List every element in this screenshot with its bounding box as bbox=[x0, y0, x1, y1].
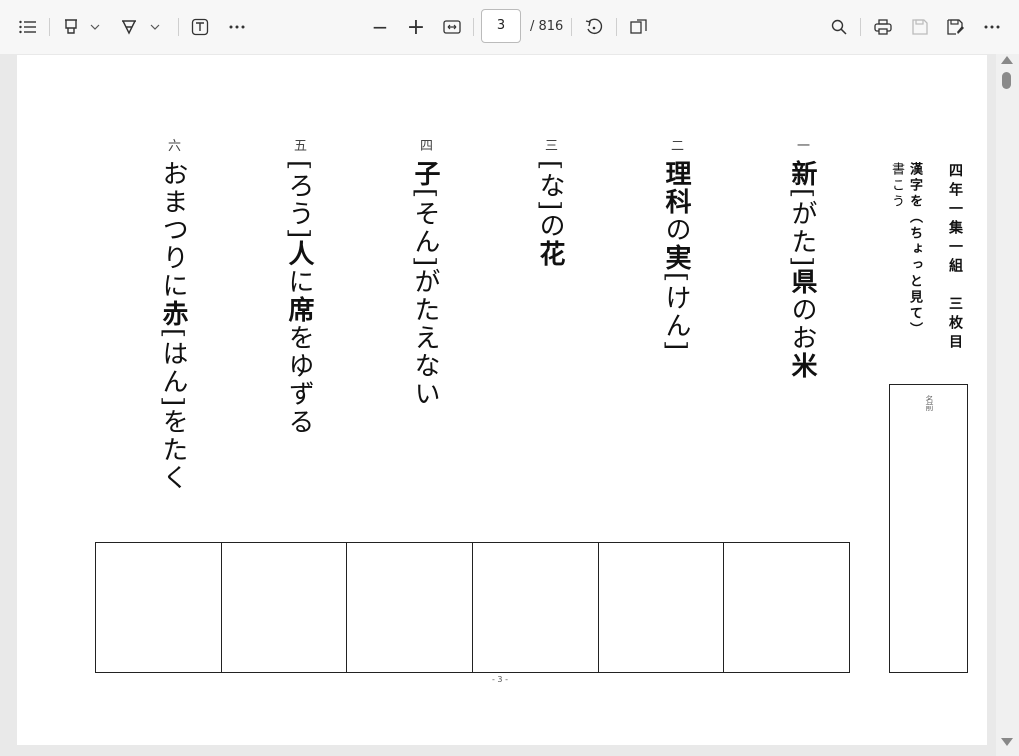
scroll-up-icon[interactable] bbox=[1001, 56, 1013, 64]
fit-width-icon[interactable] bbox=[441, 12, 463, 42]
question-text-part: に bbox=[284, 268, 314, 297]
zoom-in-button[interactable]: + bbox=[404, 12, 428, 42]
more-icon[interactable] bbox=[226, 12, 248, 42]
answer-cell[interactable] bbox=[724, 543, 849, 672]
text-box-icon[interactable] bbox=[189, 12, 211, 42]
toolbar-separator bbox=[49, 18, 50, 36]
answer-cell[interactable] bbox=[96, 543, 222, 672]
question-text-part: おまつりに bbox=[158, 160, 188, 300]
question-text-part: のお bbox=[787, 296, 817, 353]
page-number-input[interactable]: 3 bbox=[481, 9, 521, 43]
highlighter-icon[interactable] bbox=[60, 12, 82, 42]
worksheet-instruction-line2: 書こう bbox=[889, 162, 904, 210]
question-number: 三 bbox=[545, 139, 559, 154]
pdf-page: 四年一集一組 三枚目 書こう 漢字を（ちょっと見て） 名前 一新[がた]県のお米… bbox=[17, 55, 987, 745]
question-number: 五 bbox=[294, 139, 308, 154]
name-box[interactable]: 名前 bbox=[889, 384, 968, 673]
target-kanji: 人 bbox=[284, 240, 314, 269]
question-text: 子[そん]がたえない bbox=[410, 160, 440, 409]
question-text-part: [ろう] bbox=[284, 160, 314, 241]
target-kanji: 子 bbox=[410, 160, 440, 188]
list-icon[interactable] bbox=[16, 12, 40, 42]
scrollbar-thumb[interactable] bbox=[1002, 72, 1011, 89]
vertical-scrollbar[interactable] bbox=[996, 54, 1019, 756]
document-viewer[interactable]: 四年一集一組 三枚目 書こう 漢字を（ちょっと見て） 名前 一新[がた]県のお米… bbox=[0, 54, 1019, 756]
toolbar-separator bbox=[178, 18, 179, 36]
target-kanji: 理科 bbox=[661, 160, 691, 216]
pdf-toolbar: − + 3 / 816 bbox=[0, 0, 1019, 54]
page-view-icon[interactable] bbox=[628, 12, 650, 42]
worksheet-instruction-line1: 漢字を（ちょっと見て） bbox=[907, 162, 922, 338]
answer-cell[interactable] bbox=[599, 543, 725, 672]
target-kanji: 新 bbox=[787, 160, 817, 188]
target-kanji: 花 bbox=[535, 240, 565, 269]
question-text-part: をたく bbox=[158, 408, 188, 493]
toolbar-separator bbox=[616, 18, 617, 36]
toolbar-separator bbox=[860, 18, 861, 36]
question-text-part: をゆずる bbox=[284, 324, 314, 437]
target-kanji: 県 bbox=[787, 268, 817, 297]
question-number: 二 bbox=[671, 139, 685, 154]
more-icon[interactable] bbox=[981, 12, 1003, 42]
question-text-part: [な] bbox=[535, 160, 565, 213]
worksheet-title: 四年一集一組 三枚目 bbox=[947, 163, 963, 353]
rotate-icon[interactable] bbox=[583, 12, 605, 42]
chevron-down-icon[interactable] bbox=[146, 12, 164, 42]
question-number: 六 bbox=[168, 139, 182, 154]
question-text-part: [そん] bbox=[410, 188, 440, 269]
page-count: / 816 bbox=[530, 19, 564, 34]
target-kanji: 米 bbox=[787, 352, 817, 381]
answer-cell[interactable] bbox=[222, 543, 348, 672]
question-text-part: [けん] bbox=[661, 272, 691, 353]
question-text-part: がたえない bbox=[410, 268, 440, 409]
target-kanji: 席 bbox=[284, 296, 314, 325]
page-footer-number: - 3 - bbox=[492, 675, 508, 684]
answer-cell[interactable] bbox=[347, 543, 474, 672]
answer-grid bbox=[95, 542, 850, 673]
draw-icon[interactable] bbox=[118, 12, 140, 42]
question-text: [ろう]人に席をゆずる bbox=[284, 160, 314, 437]
save-as-icon[interactable] bbox=[945, 12, 967, 42]
toolbar-separator bbox=[571, 18, 572, 36]
question-text-part: [はん] bbox=[158, 328, 188, 409]
save-icon bbox=[909, 12, 931, 42]
zoom-out-button[interactable]: − bbox=[368, 12, 392, 42]
toolbar-separator bbox=[473, 18, 474, 36]
answer-cell[interactable] bbox=[473, 543, 599, 672]
question-text: [な]の花 bbox=[535, 160, 565, 269]
target-kanji: 赤 bbox=[158, 300, 188, 328]
question-number: 四 bbox=[420, 139, 434, 154]
target-kanji: 実 bbox=[661, 244, 691, 272]
question-text-part: [がた] bbox=[787, 188, 817, 269]
scroll-down-icon[interactable] bbox=[1001, 738, 1013, 746]
question-text: 新[がた]県のお米 bbox=[787, 160, 817, 381]
question-text-part: の bbox=[661, 216, 691, 244]
print-icon[interactable] bbox=[872, 12, 894, 42]
question-number: 一 bbox=[797, 139, 811, 154]
question-text: おまつりに赤[はん]をたく bbox=[158, 160, 188, 493]
name-label: 名前 bbox=[925, 395, 934, 411]
chevron-down-icon[interactable] bbox=[86, 12, 104, 42]
question-text-part: の bbox=[535, 212, 565, 241]
search-icon[interactable] bbox=[828, 12, 850, 42]
question-text: 理科の実[けん] bbox=[661, 160, 691, 353]
